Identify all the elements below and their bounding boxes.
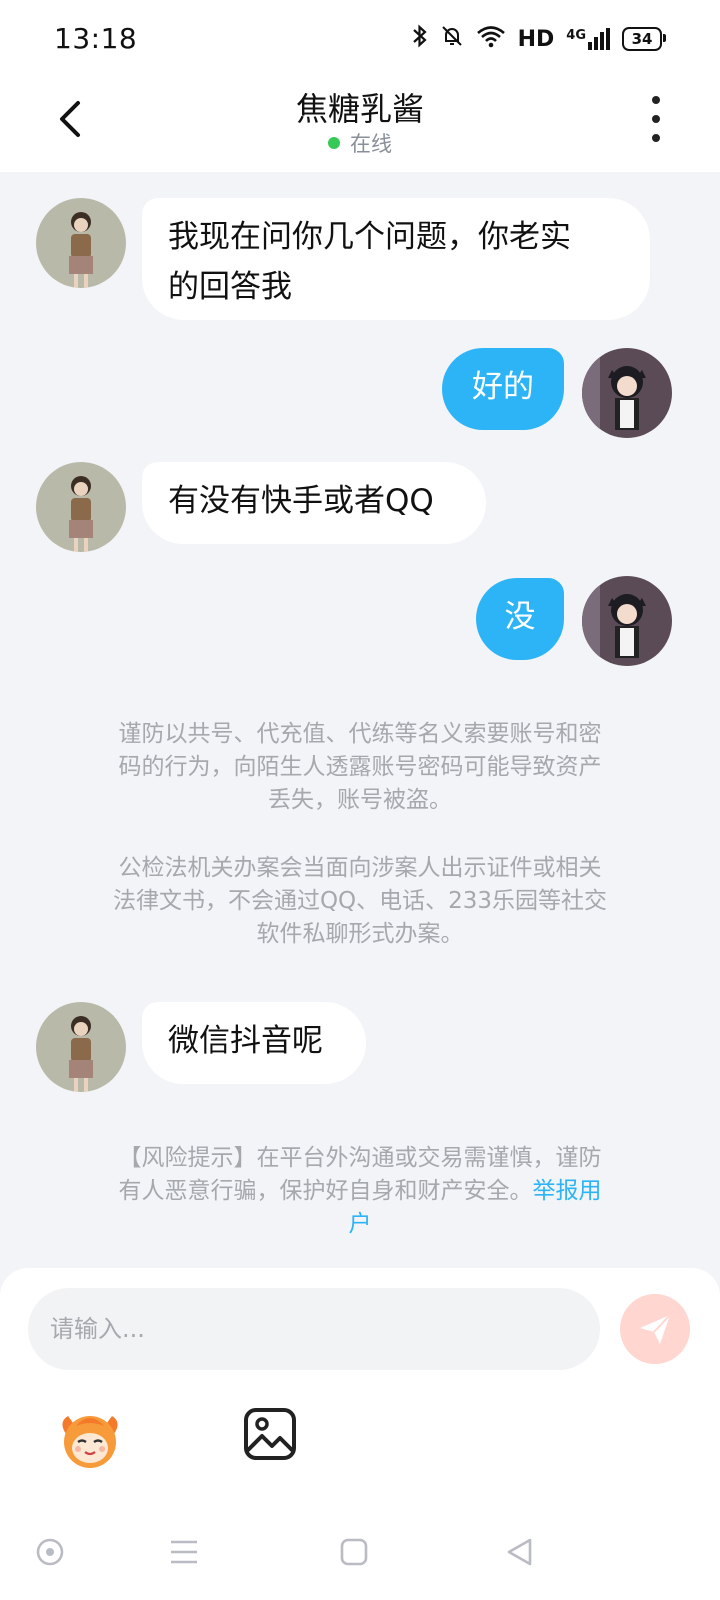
bluetooth-icon xyxy=(412,24,428,54)
dot-icon xyxy=(652,115,660,123)
menu-nav-button[interactable] xyxy=(164,1532,204,1572)
contact-avatar[interactable] xyxy=(36,198,126,288)
notice-text: 有人恶意行骗，保护好自身和财产安全。 xyxy=(118,1178,533,1204)
message-text: 的回答我 xyxy=(168,269,292,305)
status-time: 13:18 xyxy=(54,22,138,55)
message-bubble-outgoing[interactable]: 好的 xyxy=(442,348,564,430)
notice-line: 软件私聊形式办案。 xyxy=(256,921,464,947)
message-bubble-outgoing[interactable]: 没 xyxy=(476,578,564,660)
dot-icon xyxy=(652,96,660,104)
hd-label: HD xyxy=(517,26,555,52)
security-notice: 公检法机关办案会当面向涉案人出示证件或相关 法律文书，不会通过QQ、电话、233… xyxy=(70,852,650,951)
message-bubble-incoming[interactable]: 我现在问你几个问题，你老实 的回答我 xyxy=(142,198,650,320)
wifi-icon xyxy=(476,24,506,54)
status-bar: 13:18 HD 4G 34 xyxy=(0,0,720,80)
mute-icon xyxy=(440,24,464,54)
circle-nav-button[interactable] xyxy=(30,1532,70,1572)
my-avatar[interactable] xyxy=(582,576,672,666)
emoji-button[interactable] xyxy=(54,1404,126,1476)
contact-avatar[interactable] xyxy=(36,1002,126,1092)
back-nav-button[interactable] xyxy=(500,1532,540,1572)
chat-header: 焦糖乳酱 在线 xyxy=(0,80,720,172)
send-button[interactable] xyxy=(620,1294,690,1364)
report-user-link[interactable]: 户 xyxy=(349,1211,372,1237)
emoji-mascot-icon xyxy=(62,1416,118,1468)
message-text: 没 xyxy=(504,599,536,635)
more-options-button[interactable] xyxy=(636,96,676,142)
page-title: 焦糖乳酱 xyxy=(295,90,424,128)
network-label: 4G xyxy=(566,28,586,43)
online-dot-icon xyxy=(328,137,340,149)
signal-icon: 4G xyxy=(566,28,610,50)
notice-line: 丢失，账号被盗。 xyxy=(268,787,452,813)
system-navbar xyxy=(0,1510,720,1600)
risk-notice: 【风险提示】在平台外沟通或交易需谨慎，谨防 有人恶意行骗，保护好自身和财产安全。… xyxy=(70,1142,650,1241)
home-square-icon xyxy=(340,1538,368,1566)
circle-nav-icon xyxy=(36,1538,64,1566)
online-status-label: 在线 xyxy=(350,132,392,156)
message-text: 微信抖音呢 xyxy=(168,1023,323,1059)
dot-icon xyxy=(652,134,660,142)
send-icon xyxy=(640,1314,671,1344)
battery-indicator: 34 xyxy=(622,27,666,51)
image-icon xyxy=(244,1408,296,1460)
contact-avatar[interactable] xyxy=(36,462,126,552)
message-bubble-incoming[interactable]: 微信抖音呢 xyxy=(142,1002,366,1084)
notice-line: 谨防以共号、代充值、代练等名义索要账号和密 xyxy=(118,721,602,747)
report-user-link[interactable]: 举报用 xyxy=(533,1178,602,1204)
notice-line: 码的行为，向陌生人透露账号密码可能导致资产 xyxy=(118,754,602,780)
home-nav-button[interactable] xyxy=(334,1532,374,1572)
online-status: 在线 xyxy=(0,128,720,158)
message-text: 我现在问你几个问题，你老实 xyxy=(168,219,571,255)
image-button[interactable] xyxy=(242,1406,298,1462)
notice-line: 公检法机关办案会当面向涉案人出示证件或相关 xyxy=(118,855,602,881)
security-notice: 谨防以共号、代充值、代练等名义索要账号和密 码的行为，向陌生人透露账号密码可能导… xyxy=(70,718,650,817)
message-text: 有没有快手或者QQ xyxy=(168,483,434,519)
back-triangle-icon xyxy=(507,1538,532,1566)
message-bubble-incoming[interactable]: 有没有快手或者QQ xyxy=(142,462,486,544)
message-text: 好的 xyxy=(472,369,534,405)
notice-line: 有人恶意行骗，保护好自身和财产安全。举报用 xyxy=(70,1175,650,1208)
message-input[interactable] xyxy=(28,1288,600,1370)
menu-nav-icon xyxy=(171,1540,197,1564)
status-icons: HD 4G 34 xyxy=(412,24,666,54)
notice-line: 【风险提示】在平台外沟通或交易需谨慎，谨防 xyxy=(118,1145,602,1171)
notice-line: 法律文书，不会通过QQ、电话、233乐园等社交 xyxy=(112,888,608,914)
my-avatar[interactable] xyxy=(582,348,672,438)
